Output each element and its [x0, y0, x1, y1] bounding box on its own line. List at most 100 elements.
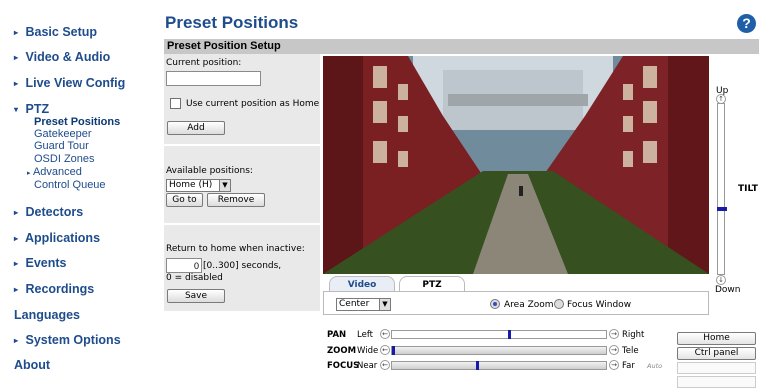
available-positions-value: Home (H)	[169, 180, 213, 190]
sidebar-item-label: Video & Audio	[25, 50, 111, 64]
focus-right-arrow-icon[interactable]: →	[609, 360, 619, 370]
sidebar-item-ptz[interactable]: ▾ PTZ	[14, 102, 49, 116]
sidebar-item-label: Basic Setup	[25, 25, 98, 39]
return-home-range: [0..300] seconds,	[203, 261, 282, 271]
empty-button-slot	[677, 376, 756, 388]
sidebar-item-video-audio[interactable]: ▸ Video & Audio	[14, 50, 110, 64]
focus-left-label: Near	[357, 361, 378, 371]
return-home-input[interactable]	[166, 258, 202, 273]
chevron-down-icon: ▼	[219, 180, 230, 191]
sidebar-item-system-options[interactable]: ▸ System Options	[14, 333, 121, 347]
chevron-right-icon: ▸	[14, 79, 19, 88]
add-button[interactable]: Add	[167, 121, 225, 135]
focus-right-label: Far	[622, 361, 635, 371]
zoom-label: ZOOM	[327, 346, 357, 356]
ptz-mode-value: Center	[339, 299, 370, 309]
tilt-slider-track[interactable]	[717, 103, 727, 275]
pan-slider-track[interactable]	[391, 330, 607, 339]
sidebar-item-about[interactable]: About	[14, 358, 50, 372]
chevron-right-icon: ▸	[14, 53, 19, 62]
ptz-mode-select[interactable]: Center ▼	[336, 298, 391, 311]
chevron-down-icon: ▾	[14, 105, 19, 114]
camera-video-feed[interactable]	[323, 56, 709, 274]
chevron-right-icon: ▸	[14, 336, 19, 345]
sidebar-item-detectors[interactable]: ▸ Detectors	[14, 205, 83, 219]
focus-left-arrow-icon[interactable]: ←	[380, 360, 390, 370]
zoom-right-label: Tele	[622, 346, 639, 356]
sidebar-item-basic-setup[interactable]: ▸ Basic Setup	[14, 25, 97, 39]
current-position-input[interactable]	[166, 71, 261, 86]
chevron-right-icon: ▸	[14, 285, 19, 294]
zoom-left-label: Wide	[357, 346, 379, 356]
sidebar-item-label: Applications	[25, 231, 101, 245]
sidebar-item-label: Events	[25, 256, 67, 270]
panel-divider	[164, 223, 320, 225]
zoom-slider-thumb[interactable]	[392, 346, 395, 355]
sidebar-subitem-advanced[interactable]: ▸ Advanced	[27, 166, 82, 180]
tilt-control: Up ↑ ↓ Down TILT	[713, 86, 759, 296]
focus-slider-track[interactable]	[391, 361, 607, 370]
sidebar-subitem-preset-positions[interactable]: Preset Positions	[34, 116, 120, 128]
remove-button[interactable]: Remove	[207, 193, 265, 207]
chevron-right-icon: ▸	[14, 234, 19, 243]
sidebar-item-recordings[interactable]: ▸ Recordings	[14, 282, 94, 296]
camera-image	[323, 56, 709, 274]
sidebar-subitem-guard-tour[interactable]: Guard Tour	[34, 140, 89, 152]
focus-auto-label[interactable]: Auto	[647, 362, 662, 370]
focus-label: FOCUS	[327, 361, 360, 371]
focus-slider-thumb[interactable]	[476, 361, 479, 370]
ptz-control-area: Center ▼ Area Zoom Focus Window	[323, 291, 709, 315]
use-current-home-checkbox[interactable]	[170, 98, 181, 109]
sidebar-item-label: PTZ	[25, 102, 50, 116]
focus-window-radio[interactable]	[554, 299, 564, 309]
pan-slider-thumb[interactable]	[508, 330, 511, 339]
zoom-right-arrow-icon[interactable]: →	[609, 345, 619, 355]
goto-button[interactable]: Go to	[166, 193, 203, 207]
use-current-home-label: Use current position as Home	[186, 99, 320, 109]
sidebar-item-applications[interactable]: ▸ Applications	[14, 231, 100, 245]
tilt-down-arrow-icon[interactable]: ↓	[716, 275, 726, 285]
ctrl-panel-button[interactable]: Ctrl panel	[677, 347, 756, 360]
chevron-right-icon: ▸	[14, 28, 19, 37]
return-home-label: Return to home when inactive:	[166, 244, 305, 254]
sidebar-item-label: Recordings	[25, 282, 95, 296]
tilt-slider-thumb[interactable]	[717, 207, 727, 211]
sidebar-item-label: Live View Config	[25, 76, 126, 90]
sidebar-item-label: Languages	[14, 308, 80, 322]
help-icon[interactable]: ?	[737, 14, 756, 33]
chevron-right-icon: ▸	[14, 208, 19, 217]
available-positions-select[interactable]: Home (H) ▼	[166, 179, 231, 192]
sidebar-subitem-gatekeeper[interactable]: Gatekeeper	[34, 128, 91, 140]
area-zoom-label: Area Zoom	[504, 300, 554, 310]
sidebar-subitem-control-queue[interactable]: Control Queue	[34, 179, 106, 191]
sidebar-subitem-osdi-zones[interactable]: OSDI Zones	[34, 153, 95, 165]
tilt-down-label: Down	[715, 285, 741, 295]
pan-left-arrow-icon[interactable]: ←	[380, 329, 390, 339]
chevron-right-icon: ▸	[14, 259, 19, 268]
chevron-right-icon: ▸	[27, 170, 31, 177]
page-title: Preset Positions	[165, 13, 299, 32]
area-zoom-radio[interactable]	[490, 299, 500, 309]
pan-right-label: Right	[622, 330, 645, 340]
empty-button-slot	[677, 362, 756, 374]
sidebar-item-label: Detectors	[25, 205, 84, 219]
pan-left-label: Left	[357, 330, 373, 340]
sidebar-nav: ▸ Basic Setup ▸ Video & Audio ▸ Live Vie…	[0, 0, 152, 392]
panel-divider	[164, 144, 320, 146]
view-tabs: Video PTZ	[323, 274, 709, 293]
sidebar-item-live-view-config[interactable]: ▸ Live View Config	[14, 76, 125, 90]
zoom-left-arrow-icon[interactable]: ←	[380, 345, 390, 355]
sidebar-item-events[interactable]: ▸ Events	[14, 256, 66, 270]
sidebar-item-languages[interactable]: Languages	[14, 308, 80, 322]
home-button[interactable]: Home	[677, 332, 756, 345]
sidebar-item-label: Advanced	[32, 166, 82, 178]
sidebar-item-label: System Options	[25, 333, 121, 347]
pan-label: PAN	[327, 330, 347, 340]
zoom-slider-track[interactable]	[391, 346, 607, 355]
available-positions-label: Available positions:	[166, 166, 253, 176]
pan-right-arrow-icon[interactable]: →	[609, 329, 619, 339]
sidebar-item-label: About	[14, 358, 51, 372]
return-home-note: 0 = disabled	[166, 273, 223, 283]
save-button[interactable]: Save	[167, 289, 225, 303]
tilt-title: TILT	[738, 184, 758, 194]
